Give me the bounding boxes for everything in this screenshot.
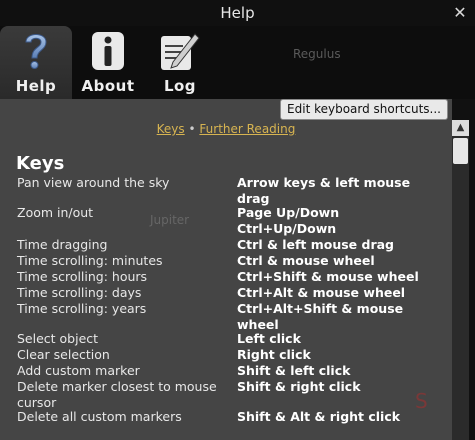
shortcut-description: Time scrolling: years [17,301,147,316]
shortcut-keys: Ctrl+Up/Down [237,221,337,236]
close-button[interactable]: ✕ [451,4,469,22]
shortcut-description: Time scrolling: days [17,285,142,300]
tab-help[interactable]: Help [0,26,72,99]
log-pencil-icon [161,33,200,70]
tab-log[interactable]: Log [144,26,216,99]
shortcut-keys: Shift & right click [237,379,361,394]
shortcut-description: Clear selection [17,347,110,362]
help-window: Help ✕ Help About Log Regulus Edit keybo… [0,0,475,440]
edit-shortcuts-button[interactable]: Edit keyboard shortcuts... [280,99,448,120]
title-bar[interactable]: Help ✕ [0,0,475,26]
keys-link[interactable]: Keys [157,122,185,136]
info-icon [92,32,124,70]
shortcut-keys: Ctrl+Alt & mouse wheel [237,285,406,300]
section-links: Keys • Further Reading [0,122,452,136]
shortcut-keys: Shift & Alt & right click [237,409,401,424]
sky-object-label: Regulus [293,47,341,61]
shortcut-keys: Ctrl+Alt+Shift & mouse wheel [237,301,404,332]
tab-help-label: Help [15,77,57,95]
shortcut-description: Delete marker closest to mouse cursor [17,379,217,410]
shortcut-keys: Page Up/Down [237,205,340,220]
tab-about[interactable]: About [72,26,144,99]
link-separator: • [188,122,196,136]
shortcut-keys: Right click [237,347,311,362]
section-title: Keys [16,153,65,174]
shortcut-description: Time scrolling: minutes [17,253,163,268]
shortcut-keys: Left click [237,331,301,346]
shortcut-keys: Ctrl+Shift & mouse wheel [237,269,419,284]
shortcut-keys: Arrow keys & left mouse drag [237,175,411,206]
tab-log-label: Log [163,77,197,95]
shortcut-description: Time dragging [17,237,108,252]
further-reading-link[interactable]: Further Reading [199,122,295,136]
window-title: Help [220,4,255,22]
scroll-up-arrow-icon[interactable]: ▲ [452,120,469,136]
tab-about-label: About [81,77,135,95]
shortcut-description: Time scrolling: hours [17,269,148,284]
shortcut-description: Add custom marker [17,363,140,378]
shortcut-description: Zoom in/out [17,205,94,220]
shortcut-description: Delete all custom markers [17,409,182,424]
shortcut-keys: Ctrl & left mouse drag [237,237,395,252]
help-content: Edit keyboard shortcuts... Keys • Furthe… [0,99,452,440]
question-icon [25,34,47,69]
vertical-scrollbar[interactable]: ▲ [452,120,469,440]
shortcut-description: Select object [17,331,99,346]
shortcut-keys: Shift & left click [237,363,351,378]
tab-bar: Help About Log Regulus [0,26,475,99]
scroll-thumb[interactable] [453,138,468,164]
shortcut-description: Pan view around the sky [17,175,170,190]
shortcut-keys: Ctrl & mouse wheel [237,253,375,268]
window-edge [469,99,475,440]
